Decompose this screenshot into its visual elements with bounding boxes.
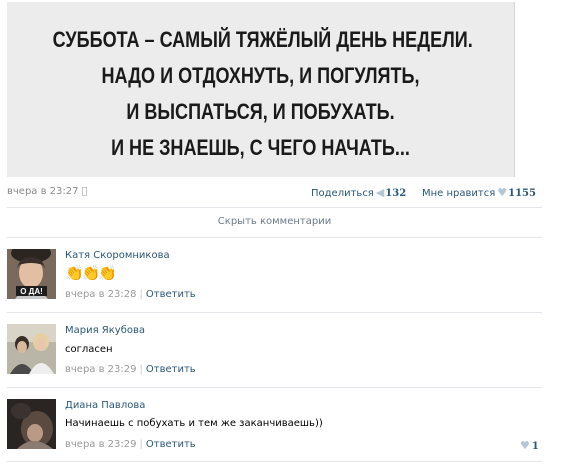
share-button[interactable]: Поделиться ◀132: [311, 186, 406, 199]
image-text-line: СУББОТА – САМЫЙ ТЯЖЁЛЫЙ ДЕНЬ НЕДЕЛИ.: [52, 27, 473, 52]
reply-button[interactable]: Ответить: [146, 439, 196, 450]
comment-like-count: 1: [531, 441, 539, 452]
comment-text: согласен: [65, 344, 113, 355]
comment-date[interactable]: вчера в 23:29: [65, 439, 137, 450]
like-label: Мне нравится: [422, 188, 496, 199]
divider: [7, 312, 542, 313]
share-count: 132: [385, 188, 407, 199]
post-date-group: вчера в 23:27: [7, 186, 88, 197]
comment-like-button[interactable]: ♥ 1: [518, 439, 539, 452]
avatar[interactable]: О ДА!: [7, 249, 56, 299]
comment-text: 👏👏👏: [65, 264, 117, 282]
clapping-hands-icon: 👏👏👏: [65, 264, 117, 282]
heart-icon: ♥: [520, 439, 530, 452]
post-image[interactable]: СУББОТА – САМЫЙ ТЯЖЁЛЫЙ ДЕНЬ НЕДЕЛИ. НАД…: [7, 2, 515, 177]
comment-meta: вчера в 23:29 | Ответить: [65, 364, 196, 375]
comment-meta: вчера в 23:29 | Ответить: [65, 439, 196, 450]
separator: |: [139, 439, 143, 450]
comment-date[interactable]: вчера в 23:29: [65, 364, 137, 375]
separator: |: [139, 289, 143, 300]
divider: [7, 237, 542, 238]
like-button[interactable]: Мне нравится ♥1155: [422, 186, 536, 199]
image-text-line: И ВЫСПАТЬСЯ, И ПОБУХАТЬ.: [126, 99, 395, 124]
like-count: 1155: [508, 188, 536, 199]
hide-comments-link[interactable]: Скрыть комментарии: [7, 216, 542, 227]
image-text-line: И НЕ ЗНАЕШЬ, С ЧЕГО НАЧАТЬ...: [111, 135, 410, 160]
avatar[interactable]: [7, 324, 56, 374]
share-label: Поделиться: [311, 188, 374, 199]
apple-icon: : [82, 186, 88, 197]
comment-date[interactable]: вчера в 23:28: [65, 289, 137, 300]
separator: |: [139, 364, 143, 375]
avatar-caption: О ДА!: [20, 287, 43, 296]
divider: [7, 387, 542, 388]
avatar[interactable]: [7, 399, 56, 449]
image-text-line: НАДО И ОТДОХНУТЬ, И ПОГУЛЯТЬ,: [101, 63, 420, 88]
comment-text: Начинаешь с побухать и тем же заканчивае…: [65, 418, 323, 429]
megaphone-icon: ◀: [375, 186, 385, 199]
post-actions-bar: вчера в 23:27 Поделиться◀132 Мне нравит…: [7, 182, 537, 200]
divider: [7, 461, 542, 462]
reply-button[interactable]: Ответить: [146, 289, 196, 300]
post-date[interactable]: вчера в 23:27: [7, 186, 79, 197]
divider: [7, 207, 542, 208]
post-image-text: СУББОТА – САМЫЙ ТЯЖЁЛЫЙ ДЕНЬ НЕДЕЛИ. НАД…: [52, 22, 473, 166]
comment-author[interactable]: Катя Скоромникова: [65, 250, 170, 261]
comment-author[interactable]: Диана Павлова: [65, 400, 145, 411]
comment-author[interactable]: Мария Якубова: [65, 325, 145, 336]
comment-meta: вчера в 23:28 | Ответить: [65, 289, 196, 300]
heart-icon: ♥: [497, 186, 508, 199]
reply-button[interactable]: Ответить: [146, 364, 196, 375]
